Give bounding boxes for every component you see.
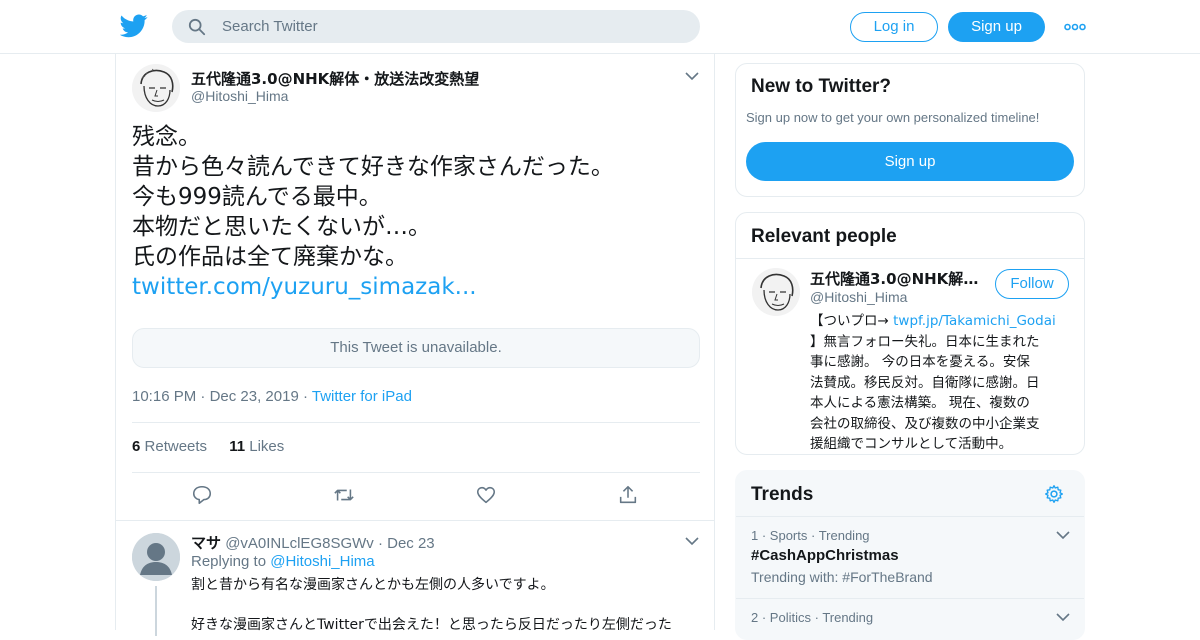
search-input[interactable]: Search Twitter: [222, 18, 318, 35]
bio-line: 会社の取締役、及び複数の中小企業支: [810, 415, 1040, 432]
card-title: New to Twitter?: [751, 76, 892, 97]
author-name[interactable]: 五代隆通3.0@NHK解体・放送法改変熱望: [191, 68, 479, 89]
sketch-portrait-icon: [132, 64, 180, 112]
twitter-bird-icon[interactable]: [120, 13, 148, 39]
reply-author-handle[interactable]: @vA0INLclEG8SGWv: [225, 535, 374, 552]
chevron-down-icon[interactable]: [685, 537, 699, 546]
reply-icon[interactable]: [191, 484, 213, 506]
divider: [132, 472, 700, 473]
bio-link[interactable]: twpf.jp/Takamichi_Godai: [893, 313, 1056, 329]
trend-category: Politics: [769, 610, 811, 625]
sidebar-signup-button[interactable]: Sign up: [746, 142, 1074, 181]
divider: [116, 520, 714, 521]
bio-prefix: 【ついプロ→: [810, 313, 894, 329]
search-icon: [188, 18, 206, 36]
bio-line: 法賛成。移民反対。自衛隊に感謝。日: [810, 374, 1040, 391]
tweet-line: 昔から色々読んできて好きな作家さんだった。: [132, 154, 614, 180]
retweets-stat[interactable]: 6 Retweets: [132, 438, 207, 455]
divider: [736, 598, 1084, 599]
likes-count: 11: [229, 438, 246, 455]
likes-stat[interactable]: 11 Likes: [229, 438, 284, 455]
reply-author-name[interactable]: マサ: [191, 534, 221, 552]
tweet-actions: [116, 484, 716, 510]
reply-date[interactable]: Dec 23: [387, 535, 435, 552]
trend-status: Trending: [818, 528, 870, 543]
reply-avatar[interactable]: [132, 533, 180, 581]
tweet-link[interactable]: twitter.com/yuzuru_simazak...: [132, 272, 614, 302]
author-handle[interactable]: @Hitoshi_Hima: [191, 88, 288, 104]
retweets-count: 6: [132, 438, 141, 455]
tweet-meta: 10:16 PM · Dec 23, 2019 · Twitter for iP…: [132, 388, 412, 405]
trends-card: Trends 1 · Sports · Trending #CashAppChr…: [735, 470, 1085, 640]
quoted-tweet-unavailable: This Tweet is unavailable.: [132, 328, 700, 368]
thread-line: [155, 586, 157, 636]
login-button[interactable]: Log in: [850, 12, 938, 42]
search-box[interactable]: Search Twitter: [172, 10, 700, 43]
top-navigation-bar: Search Twitter Log in Sign up: [0, 0, 1200, 54]
card-subtitle: Sign up now to get your own personalized…: [746, 110, 1040, 125]
tweet-line: 本物だと思いたくないが…。: [132, 214, 431, 240]
author-avatar[interactable]: [132, 64, 180, 112]
chevron-down-icon[interactable]: [1056, 613, 1070, 622]
divider: [132, 422, 700, 423]
person-bio: 【ついプロ→ twpf.jp/Takamichi_Godai 】無言フォロー失礼…: [810, 311, 1072, 455]
tweet-stats: 6 Retweets 11 Likes: [132, 438, 284, 455]
tweet-line: 氏の作品は全て廃棄かな。: [132, 244, 408, 270]
card-title: Relevant people: [751, 226, 897, 247]
retweet-icon[interactable]: [333, 484, 355, 506]
retweets-label: Retweets: [144, 438, 208, 455]
tweet-line: 残念。: [132, 124, 201, 150]
like-heart-icon[interactable]: [475, 484, 497, 506]
person-handle[interactable]: @Hitoshi_Hima: [810, 289, 907, 305]
relevant-people-card: Relevant people 五代隆通3.0@NHK解体・放送法改変熱望 @H…: [735, 212, 1085, 455]
trend-name[interactable]: #CashAppChristmas: [751, 547, 899, 564]
trend-rank: 2: [751, 610, 759, 625]
chevron-down-icon[interactable]: [1056, 531, 1070, 540]
reply-line: 割と昔から有名な漫画家さんとかも左側の人多いですよ。: [191, 577, 555, 593]
tweet-date[interactable]: Dec 23, 2019: [210, 388, 299, 405]
trend-rank: 1: [751, 528, 759, 543]
bio-line: 本人による憲法構築。 現在、複数の: [810, 395, 1030, 411]
replying-to: Replying to @Hitoshi_Hima: [191, 553, 375, 570]
person-name[interactable]: 五代隆通3.0@NHK解体・放送法改変熱望: [810, 268, 986, 289]
reply-text: 割と昔から有名な漫画家さんとかも左側の人多いですよ。 好きな漫画家さんとTwit…: [191, 575, 672, 635]
signup-button[interactable]: Sign up: [948, 12, 1045, 42]
replying-to-link[interactable]: @Hitoshi_Hima: [270, 553, 374, 570]
tweet-text: 残念。 昔から色々読んできて好きな作家さんだった。 今も999読んでる最中。 本…: [132, 122, 614, 302]
more-dots-icon[interactable]: [1064, 22, 1086, 32]
tweet-source-link[interactable]: Twitter for iPad: [312, 388, 412, 405]
tweet-line: 今も999読んでる最中。: [132, 184, 382, 210]
follow-button[interactable]: Follow: [995, 269, 1069, 299]
settings-gear-icon[interactable]: [1044, 484, 1064, 504]
new-to-twitter-card: New to Twitter? Sign up now to get your …: [735, 63, 1085, 197]
trend-status: Trending: [822, 610, 874, 625]
trend-subtitle: Trending with: #ForTheBrand: [751, 569, 933, 585]
reply-header: マサ @vA0INLclEG8SGWv · Dec 23: [191, 534, 435, 552]
trend-category: Sports: [769, 528, 808, 543]
sketch-portrait-icon: [752, 268, 800, 316]
person-avatar[interactable]: [752, 268, 800, 316]
card-title: Trends: [751, 484, 814, 505]
tweet-column: 五代隆通3.0@NHK解体・放送法改変熱望 @Hitoshi_Hima 残念。 …: [115, 54, 716, 636]
bio-line: 事に感謝。 今の日本を憂える。安保: [810, 354, 1030, 370]
tweet-time[interactable]: 10:16 PM: [132, 388, 196, 405]
divider: [736, 516, 1084, 517]
bio-line: 援組織でコンサルとして活動中。: [810, 436, 1013, 452]
chevron-down-icon[interactable]: [685, 72, 699, 81]
default-user-icon: [132, 533, 180, 581]
replying-prefix: Replying to: [191, 553, 267, 570]
divider: [736, 258, 1084, 259]
share-icon[interactable]: [617, 484, 639, 506]
bio-line: 】無言フォロー失礼。日本に生まれた: [810, 333, 1040, 350]
likes-label: Likes: [249, 438, 285, 455]
reply-line: 好きな漫画家さんとTwitterで出会えた！と思ったら反日だったり左側だった: [191, 617, 672, 633]
